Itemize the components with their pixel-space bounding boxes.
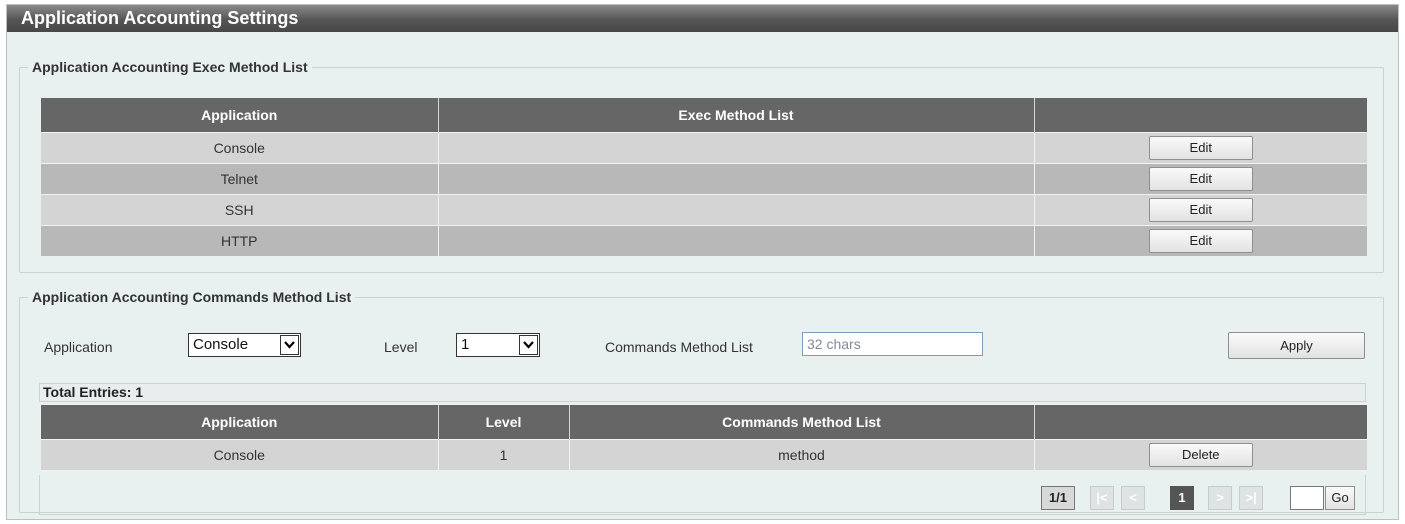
column-header-action [1034,98,1367,133]
delete-button[interactable]: Delete [1148,443,1253,467]
cell-level: 1 [438,439,570,470]
page-title: Application Accounting Settings [7,5,1398,32]
last-page-button[interactable]: >| [1239,486,1263,510]
cell-action: Edit [1034,163,1367,195]
table-row: Telnet Edit [41,163,1367,195]
table-row: HTTP Edit [41,225,1367,256]
column-header-commands-method-list: Commands Method List [569,405,1035,440]
chevron-down-icon [519,335,538,355]
exec-method-table: Application Exec Method List Console Edi… [41,98,1367,256]
apply-button[interactable]: Apply [1228,332,1365,359]
next-page-button[interactable]: > [1208,486,1232,510]
cell-exec-method-list [438,225,1035,256]
table-row: Console Edit [41,132,1367,164]
prev-page-button[interactable]: < [1121,486,1145,510]
application-select-value: Console [193,336,249,353]
first-page-button[interactable]: |< [1090,486,1114,510]
cell-exec-method-list [438,163,1035,195]
level-label: Level [384,339,418,355]
cell-application: Console [41,439,439,470]
table-header-row: Application Level Commands Method List [41,405,1367,440]
column-header-application: Application [41,98,439,133]
cell-commands-method-list: method [569,439,1035,470]
column-header-application: Application [41,405,439,440]
page-number-input[interactable] [1290,486,1324,510]
commands-method-list-label: Commands Method List [605,339,753,355]
cell-application: Telnet [41,163,439,195]
current-page-button[interactable]: 1 [1170,486,1194,510]
commands-method-table: Application Level Commands Method List C… [41,405,1367,470]
application-select[interactable]: Console [188,333,301,357]
total-entries: Total Entries: 1 [39,383,1366,402]
edit-button-http[interactable]: Edit [1148,229,1253,253]
cell-action: Edit [1034,132,1367,164]
cell-exec-method-list [438,132,1035,164]
go-button[interactable]: Go [1325,486,1355,510]
column-header-exec-method-list: Exec Method List [438,98,1035,133]
commands-method-list-legend: Application Accounting Commands Method L… [32,289,352,305]
table-header-row: Application Exec Method List [41,98,1367,133]
cell-action: Edit [1034,194,1367,226]
cell-action: Delete [1034,439,1367,470]
cell-application: SSH [41,194,439,226]
table-row: Console 1 method Delete [41,439,1367,470]
cell-action: Edit [1034,225,1367,256]
chevron-down-icon [280,335,299,355]
table-row: SSH Edit [41,194,1367,226]
edit-button-console[interactable]: Edit [1148,136,1253,160]
exec-method-list-legend: Application Accounting Exec Method List [32,59,308,75]
application-accounting-panel: Application Accounting Settings Applicat… [6,4,1399,520]
commands-method-list-input[interactable]: 32 chars [802,332,983,356]
cell-application: HTTP [41,225,439,256]
edit-button-telnet[interactable]: Edit [1148,167,1253,191]
cell-application: Console [41,132,439,164]
page-info: 1/1 [1041,486,1075,510]
column-header-level: Level [438,405,570,440]
level-select[interactable]: 1 [456,333,540,357]
level-select-value: 1 [461,336,470,353]
cell-exec-method-list [438,194,1035,226]
application-label: Application [44,339,113,355]
edit-button-ssh[interactable]: Edit [1148,198,1253,222]
pager-bar [39,475,1366,515]
column-header-action [1034,405,1367,440]
